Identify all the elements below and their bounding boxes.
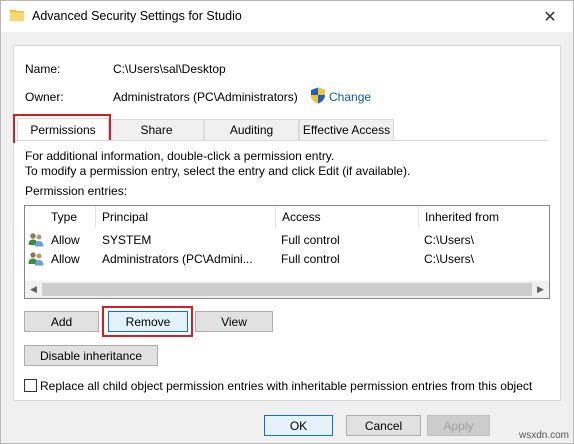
remove-button[interactable]: Remove	[108, 311, 188, 332]
row-principal: SYSTEM	[102, 232, 152, 247]
row-inherited: C:\Users\	[424, 251, 475, 266]
list-header: Type Principal Access Inherited from	[25, 206, 549, 228]
row-type: Allow	[51, 232, 80, 247]
info-text-line1: For additional information, double-click…	[25, 149, 335, 163]
column-header-principal[interactable]: Principal	[95, 206, 275, 228]
owner-value: Administrators (PC\Administrators)	[113, 90, 298, 104]
title-bar[interactable]: Advanced Security Settings for Studio ✕	[1, 1, 573, 32]
column-header-inherited-from[interactable]: Inherited from	[418, 206, 549, 228]
tab-effective-access[interactable]: Effective Access	[299, 119, 394, 140]
tab-auditing[interactable]: Auditing	[204, 119, 299, 140]
tab-effective-access-label: Effective Access	[302, 123, 391, 137]
tab-auditing-label: Auditing	[229, 123, 274, 137]
table-row[interactable]: Allow Administrators (PC\Admini... Full …	[25, 249, 549, 268]
tab-share-label: Share	[140, 123, 173, 137]
close-button[interactable]: ✕	[527, 1, 573, 32]
uac-shield-icon	[311, 87, 325, 104]
replace-permissions-label[interactable]: Replace all child object permission entr…	[40, 379, 532, 393]
users-icon	[28, 252, 44, 266]
tab-permissions[interactable]: Permissions	[17, 118, 109, 140]
column-principal-label: Principal	[102, 210, 149, 224]
view-button[interactable]: View	[195, 311, 273, 332]
column-header-access[interactable]: Access	[275, 206, 418, 228]
close-icon: ✕	[543, 8, 557, 26]
scrollbar-thumb[interactable]	[42, 283, 532, 296]
disable-inheritance-button[interactable]: Disable inheritance	[24, 345, 158, 366]
row-type: Allow	[51, 251, 80, 266]
security-settings-window: Advanced Security Settings for Studio ✕ …	[0, 0, 574, 444]
column-access-label: Access	[282, 210, 321, 224]
add-button[interactable]: Add	[24, 311, 99, 332]
scroll-left-icon[interactable]: ◀	[25, 281, 42, 298]
permission-entries-list[interactable]: Type Principal Access Inherited from All…	[24, 205, 550, 299]
watermark: wsxdn.com	[518, 430, 569, 441]
column-inherited-label: Inherited from	[425, 210, 500, 224]
ok-button[interactable]: OK	[264, 415, 333, 436]
tab-share[interactable]: Share	[109, 119, 204, 140]
row-access: Full control	[281, 232, 340, 247]
name-value: C:\Users\sal\Desktop	[113, 62, 226, 76]
row-access: Full control	[281, 251, 340, 266]
owner-label: Owner:	[25, 90, 64, 104]
change-owner-link[interactable]: Change	[329, 90, 371, 104]
column-type-label: Type	[51, 210, 78, 224]
apply-button[interactable]: Apply	[427, 415, 490, 436]
users-icon	[28, 233, 44, 247]
window-title: Advanced Security Settings for Studio	[32, 9, 242, 23]
name-label: Name:	[25, 62, 61, 76]
row-principal: Administrators (PC\Admini...	[102, 251, 253, 266]
cancel-button[interactable]: Cancel	[346, 415, 421, 436]
horizontal-scrollbar[interactable]: ◀ ▶	[25, 281, 549, 298]
tab-permissions-label: Permissions	[30, 122, 96, 137]
table-row[interactable]: Allow SYSTEM Full control C:\Users\	[25, 230, 549, 249]
replace-permissions-checkbox[interactable]	[24, 379, 37, 392]
info-text-line2: To modify a permission entry, select the…	[25, 164, 411, 178]
permission-entries-label: Permission entries:	[25, 184, 128, 198]
column-header-type[interactable]: Type	[45, 206, 93, 228]
folder-icon	[10, 9, 24, 21]
scroll-right-icon[interactable]: ▶	[532, 281, 549, 298]
row-inherited: C:\Users\	[424, 232, 475, 247]
